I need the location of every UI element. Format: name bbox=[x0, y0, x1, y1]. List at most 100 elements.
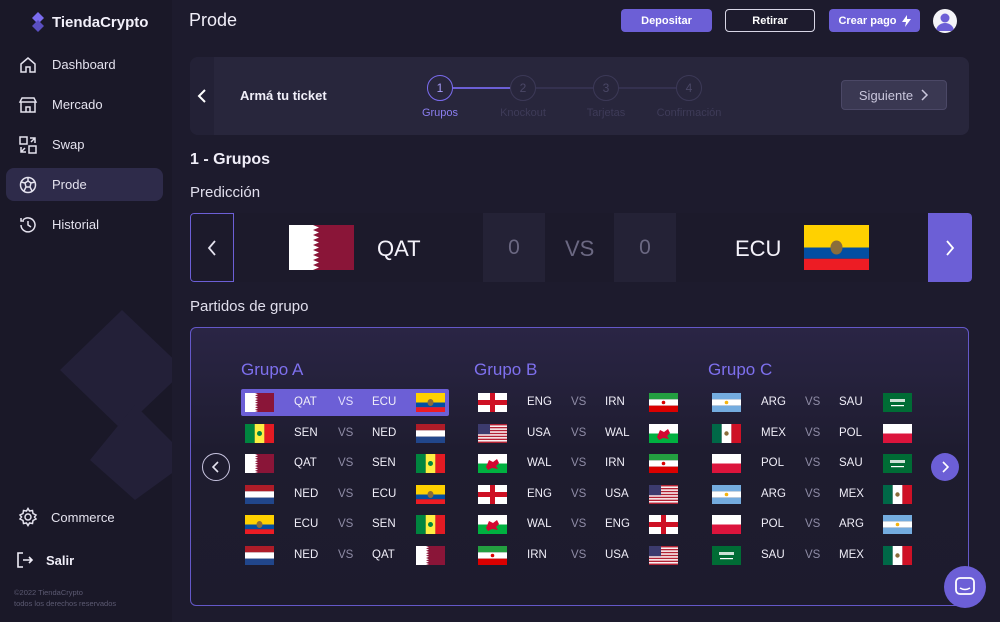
step-label: Knockout bbox=[500, 107, 546, 119]
match-home-team: QAT bbox=[294, 457, 317, 469]
match-row[interactable]: QAT VS ECU bbox=[241, 389, 449, 416]
usa-flag-icon bbox=[649, 485, 678, 504]
prediction-vs: VS bbox=[565, 236, 595, 261]
prediction-title: Predicción bbox=[190, 184, 261, 201]
back-button[interactable] bbox=[190, 57, 214, 135]
chevron-left-icon bbox=[197, 89, 206, 103]
mexico-flag-icon bbox=[712, 424, 741, 443]
match-vs: VS bbox=[805, 518, 821, 530]
match-vs: VS bbox=[571, 518, 587, 530]
argentina-flag-icon bbox=[883, 515, 912, 534]
match-row[interactable]: QAT VS SEN bbox=[241, 450, 449, 477]
iran-flag-icon bbox=[649, 454, 678, 473]
step-1[interactable]: 1 bbox=[427, 75, 453, 101]
match-row[interactable]: SEN VS NED bbox=[241, 420, 449, 447]
match-row[interactable]: WAL VS ENG bbox=[474, 511, 682, 538]
match-row[interactable]: WAL VS IRN bbox=[474, 450, 682, 477]
wales-flag-icon bbox=[478, 515, 507, 534]
logout-button[interactable]: Salir bbox=[16, 551, 74, 569]
argentina-flag-icon bbox=[712, 485, 741, 504]
match-home-team: QAT bbox=[294, 396, 317, 408]
senegal-flag-icon bbox=[416, 515, 445, 534]
match-away-team: WAL bbox=[605, 427, 630, 439]
match-row[interactable]: ECU VS SEN bbox=[241, 511, 449, 538]
withdraw-button[interactable]: Retirar bbox=[725, 9, 815, 32]
next-button[interactable]: Siguiente bbox=[841, 80, 947, 110]
match-row[interactable]: ARG VS MEX bbox=[708, 481, 916, 508]
match-home-team: WAL bbox=[527, 457, 552, 469]
sidebar-item-dashboard[interactable]: Dashboard bbox=[6, 48, 163, 81]
match-home-team: USA bbox=[527, 427, 551, 439]
match-row[interactable]: ENG VS USA bbox=[474, 481, 682, 508]
step-2[interactable]: 2 bbox=[510, 75, 536, 101]
step-connector bbox=[536, 87, 594, 89]
saudi-arabia-flag-icon bbox=[883, 393, 912, 412]
match-row[interactable]: NED VS QAT bbox=[241, 542, 449, 569]
sidebar-item-swap[interactable]: Swap bbox=[6, 128, 163, 161]
match-home-team: SAU bbox=[761, 549, 785, 561]
ticket-stepper-card: Armá tu ticket 1 2 3 4 Grupos Knockout T… bbox=[190, 57, 969, 135]
poland-flag-icon bbox=[712, 454, 741, 473]
match-home-team: MEX bbox=[761, 427, 786, 439]
match-row[interactable]: USA VS WAL bbox=[474, 420, 682, 447]
wales-flag-icon bbox=[478, 454, 507, 473]
prediction-next-button[interactable] bbox=[928, 213, 972, 282]
home-score-input[interactable]: 0 bbox=[483, 213, 545, 282]
match-home-team: POL bbox=[761, 457, 785, 469]
match-vs: VS bbox=[571, 549, 587, 561]
prediction-prev-button[interactable] bbox=[190, 213, 234, 282]
senegal-flag-icon bbox=[416, 454, 445, 473]
avatar[interactable] bbox=[933, 9, 957, 33]
step-label: Grupos bbox=[421, 107, 459, 119]
lightning-icon bbox=[901, 14, 911, 27]
saudi-arabia-flag-icon bbox=[712, 546, 741, 565]
step-connector bbox=[619, 87, 677, 89]
prediction-panel: QAT 0 VS 0 ECU bbox=[190, 213, 972, 282]
match-row[interactable]: NED VS ECU bbox=[241, 481, 449, 508]
qatar-flag-icon bbox=[245, 393, 274, 412]
next-button-label: Siguiente bbox=[858, 87, 914, 103]
argentina-flag-icon bbox=[712, 393, 741, 412]
chevron-left-icon bbox=[212, 461, 219, 473]
match-away-team: QAT bbox=[372, 549, 395, 561]
step-3[interactable]: 3 bbox=[593, 75, 619, 101]
create-payment-button[interactable]: Crear pago bbox=[829, 9, 920, 32]
groups-next-button[interactable] bbox=[931, 453, 959, 481]
ticket-title: Armá tu ticket bbox=[240, 88, 327, 103]
step-connector bbox=[453, 87, 511, 89]
prediction-home-team: QAT bbox=[377, 236, 421, 261]
match-home-team: ECU bbox=[294, 518, 319, 530]
match-row[interactable]: POL VS SAU bbox=[708, 450, 916, 477]
match-row[interactable]: POL VS ARG bbox=[708, 511, 916, 538]
prediction-away-team: ECU bbox=[735, 236, 782, 261]
match-home-team: SEN bbox=[294, 427, 318, 439]
sidebar-item-prode[interactable]: Prode bbox=[6, 168, 163, 201]
sidebar-item-historial[interactable]: Historial bbox=[6, 208, 163, 241]
sidebar-item-commerce[interactable]: Commerce bbox=[18, 507, 115, 527]
match-vs: VS bbox=[338, 427, 354, 439]
step-4[interactable]: 4 bbox=[676, 75, 702, 101]
match-vs: VS bbox=[338, 396, 354, 408]
chat-button[interactable] bbox=[944, 566, 986, 608]
deposit-button[interactable]: Depositar bbox=[621, 9, 712, 32]
sidebar-item-mercado[interactable]: Mercado bbox=[6, 88, 163, 121]
groups-prev-button[interactable] bbox=[202, 453, 230, 481]
match-row[interactable]: ENG VS IRN bbox=[474, 389, 682, 416]
match-away-team: SAU bbox=[839, 396, 863, 408]
match-vs: VS bbox=[805, 457, 821, 469]
brand-logo[interactable]: TiendaCrypto bbox=[30, 12, 148, 32]
match-vs: VS bbox=[571, 396, 587, 408]
away-score-input[interactable]: 0 bbox=[614, 213, 676, 282]
match-away-team: ENG bbox=[605, 518, 630, 530]
chevron-left-icon bbox=[207, 239, 216, 256]
step-label: Tarjetas bbox=[586, 107, 626, 119]
match-row[interactable]: IRN VS USA bbox=[474, 542, 682, 569]
match-row[interactable]: SAU VS MEX bbox=[708, 542, 916, 569]
usa-flag-icon bbox=[649, 546, 678, 565]
background-logo-decoration bbox=[60, 310, 172, 500]
match-home-team: ARG bbox=[761, 488, 786, 500]
match-row[interactable]: MEX VS POL bbox=[708, 420, 916, 447]
match-vs: VS bbox=[338, 518, 354, 530]
saudi-arabia-flag-icon bbox=[883, 454, 912, 473]
match-row[interactable]: ARG VS SAU bbox=[708, 389, 916, 416]
